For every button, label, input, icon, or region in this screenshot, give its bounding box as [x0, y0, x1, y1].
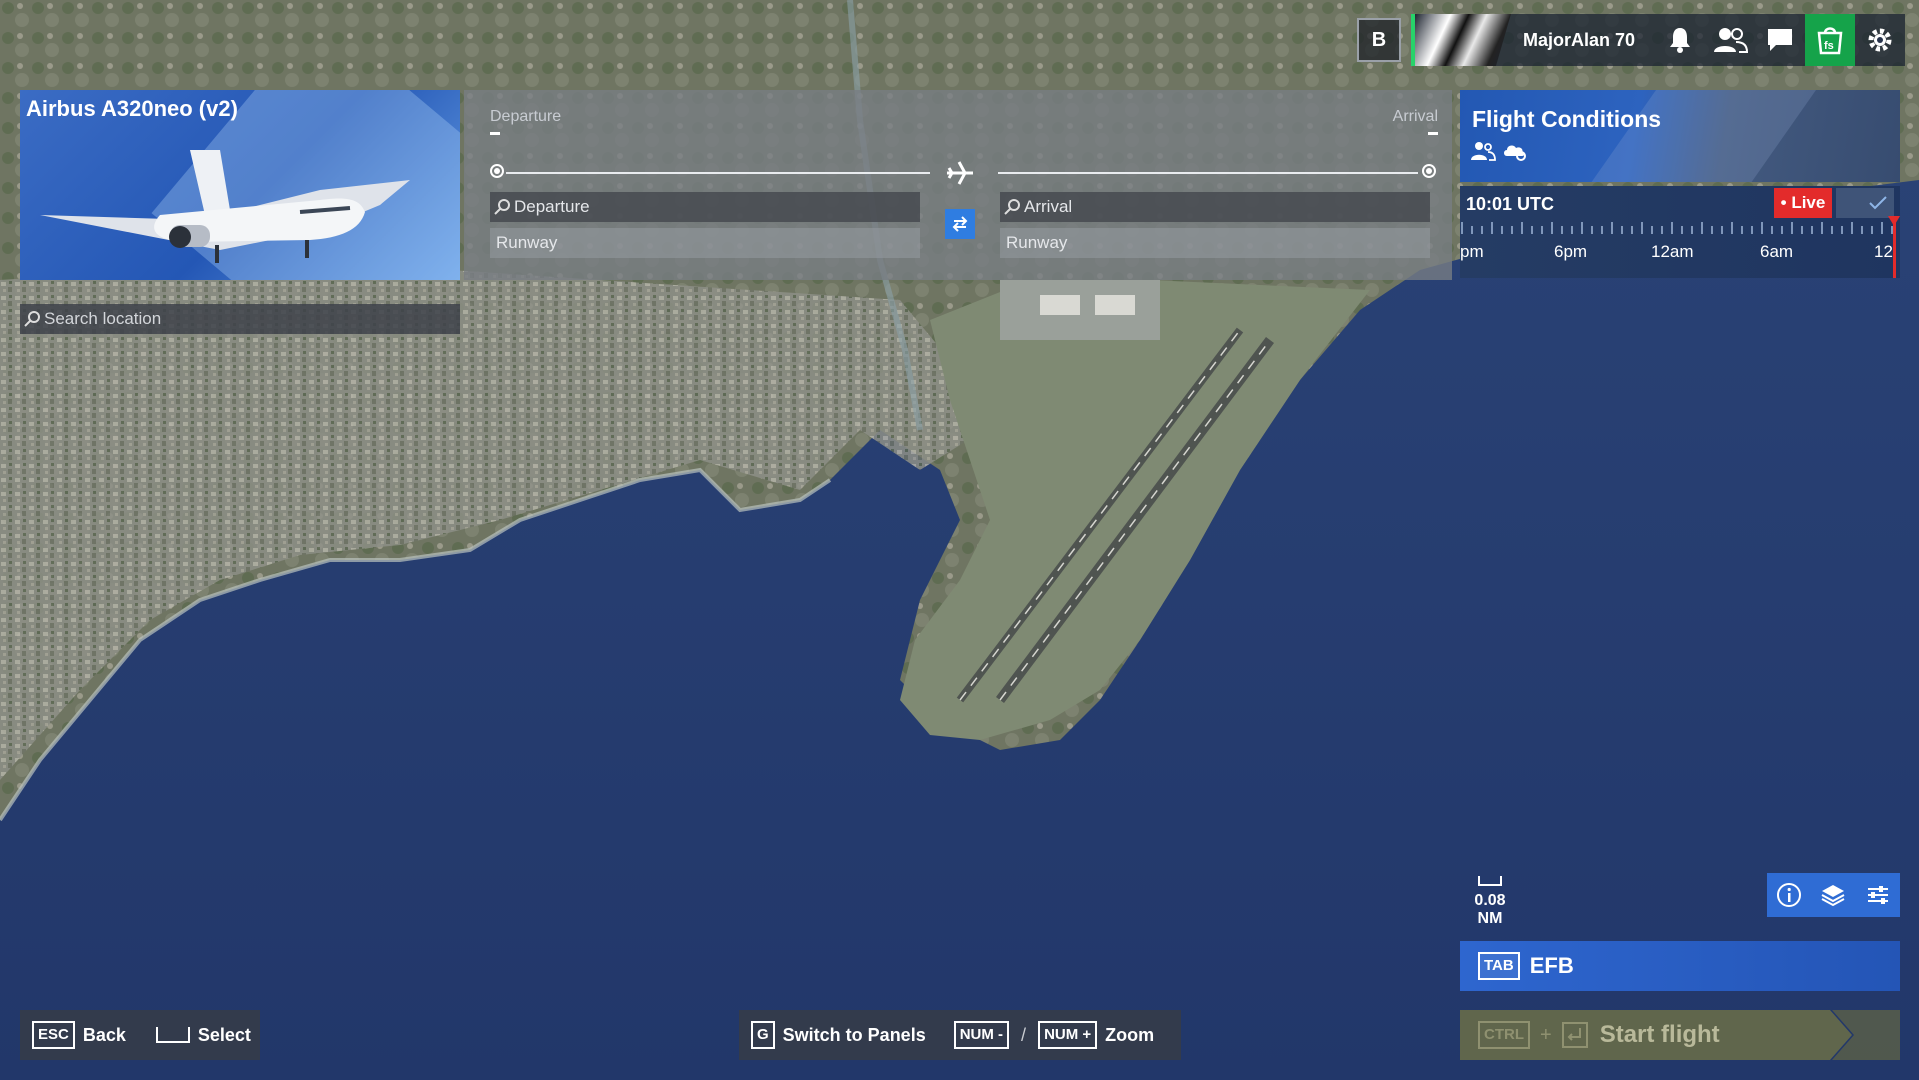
departure-header: Departure: [490, 108, 562, 125]
map-tools: [1767, 873, 1900, 917]
ctrl-key: CTRL: [1478, 1021, 1530, 1049]
efb-key: TAB: [1478, 952, 1520, 980]
route-line-left: [506, 172, 930, 174]
route-panel: Departure Arrival Departure Runway Arriv…: [464, 90, 1452, 280]
friends-icon[interactable]: [1705, 14, 1755, 66]
num-minus-key[interactable]: NUM -: [953, 1021, 1010, 1049]
arrival-search-input[interactable]: Arrival: [1000, 192, 1430, 222]
switch-panels-label[interactable]: Switch to Panels: [783, 1025, 926, 1046]
scale-label: 0.08 NM: [1474, 892, 1506, 927]
flight-conditions-title: Flight Conditions: [1472, 106, 1662, 132]
chat-icon[interactable]: [1755, 14, 1805, 66]
departure-value: [490, 132, 500, 135]
weather-icon: [1504, 145, 1526, 161]
enter-key-icon: [1561, 1022, 1588, 1048]
start-flight-label: Start flight: [1599, 1021, 1720, 1048]
timeline-label: 6pm: [1554, 242, 1588, 261]
search-placeholder: Search location: [44, 309, 162, 328]
departure-point: [490, 164, 504, 178]
live-button[interactable]: • Live: [1774, 188, 1832, 218]
timeline-label: 6am: [1760, 242, 1794, 261]
aircraft-name: Airbus A320neo (v2): [26, 96, 238, 121]
gear-icon[interactable]: [1855, 14, 1905, 66]
search-icon: [24, 311, 40, 327]
checkmark-icon: [1869, 196, 1887, 210]
current-time-marker[interactable]: [1888, 216, 1900, 278]
bell-icon[interactable]: [1655, 14, 1705, 66]
arrival-placeholder: Arrival: [1024, 197, 1073, 216]
scale-bar: [1478, 876, 1502, 886]
search-icon: [1004, 199, 1020, 215]
zoom-label[interactable]: Zoom: [1105, 1025, 1154, 1046]
live-toggle[interactable]: [1836, 188, 1894, 218]
timeline-label: pm: [1460, 242, 1484, 261]
multiplayer-icon: [1471, 142, 1496, 161]
filters-icon[interactable]: [1865, 882, 1891, 908]
arrival-runway-select[interactable]: Runway: [1000, 228, 1430, 258]
map-hints: G Switch to Panels NUM - / NUM + Zoom: [739, 1010, 1181, 1060]
num-plus-key[interactable]: NUM +: [1038, 1021, 1098, 1049]
arrival-header: Arrival: [1392, 108, 1438, 125]
user-profile[interactable]: MajorAlan 70 fs: [1410, 14, 1905, 66]
esc-key[interactable]: ESC: [32, 1021, 75, 1049]
map-scale: 0.08 NM: [1460, 876, 1520, 928]
departure-placeholder: Departure: [514, 197, 590, 216]
flight-conditions-panel[interactable]: Flight Conditions: [1460, 90, 1900, 182]
g-key[interactable]: G: [751, 1021, 775, 1049]
time-of-day-timeline[interactable]: 10:01 UTC • Live pm 6pm 12am 6am 12: [1460, 186, 1900, 278]
store-icon[interactable]: fs: [1805, 14, 1855, 66]
start-flight-button[interactable]: CTRL + Start flight: [1460, 1010, 1852, 1060]
utc-time: 10:01 UTC: [1466, 194, 1555, 214]
swap-icon: [952, 216, 968, 232]
efb-button[interactable]: TAB EFB: [1460, 941, 1900, 991]
efb-label: EFB: [1529, 953, 1574, 978]
spacebar-icon: [155, 1027, 190, 1043]
aircraft-image: [40, 150, 410, 263]
aircraft-selection-card[interactable]: Airbus A320neo (v2): [20, 90, 460, 280]
search-icon: [494, 199, 510, 215]
back-label[interactable]: Back: [83, 1025, 126, 1046]
rank-badge[interactable]: B: [1356, 18, 1401, 62]
timeline-label: 12: [1874, 242, 1893, 261]
username[interactable]: MajorAlan 70: [1511, 30, 1655, 51]
arrival-value: [1428, 132, 1438, 135]
top-bar: B MajorAlan 70 fs: [1356, 14, 1905, 66]
timeline-label: 12am: [1651, 242, 1694, 261]
navigation-hints: ESC Back Select: [20, 1010, 260, 1060]
layers-icon[interactable]: [1820, 882, 1846, 908]
timeline-ticks: [1461, 222, 1893, 234]
departure-runway-select[interactable]: Runway: [490, 228, 920, 258]
search-location-input[interactable]: Search location: [20, 304, 460, 334]
key-separator: /: [1021, 1024, 1027, 1045]
plus-sign: +: [1540, 1023, 1552, 1046]
svg-text:fs: fs: [1824, 40, 1834, 52]
airplane-icon: [947, 161, 973, 185]
avatar[interactable]: [1410, 14, 1511, 66]
arrival-point: [1422, 164, 1436, 178]
select-label[interactable]: Select: [198, 1025, 251, 1046]
route-line-right: [998, 172, 1418, 174]
info-icon[interactable]: [1776, 882, 1802, 908]
departure-search-input[interactable]: Departure: [490, 192, 920, 222]
swap-route-button[interactable]: [945, 209, 975, 239]
